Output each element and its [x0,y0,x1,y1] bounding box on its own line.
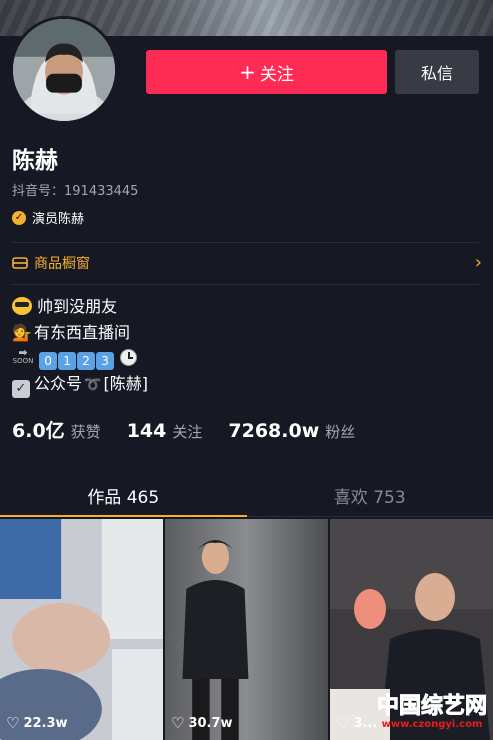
video-thumbnail-image [165,519,328,740]
stats-bar: 6.0亿 获赞 144 关注 7268.0w 粉丝 [12,416,381,443]
fans-label[interactable]: 粉丝 [325,421,355,442]
video-grid: ♡ 22.3w ♡ 30.7w ♡ 3... 中国综艺网 www.czongyi… [0,519,493,740]
following-label[interactable]: 关注 [172,421,202,442]
avatar[interactable] [10,16,118,124]
watermark-text: 中国综艺网 [376,694,487,719]
person-pointing-emoji-icon: 💁 [12,322,32,342]
video-likes: ♡ 3... [336,714,378,732]
likes-label: 获赞 [70,423,101,441]
content-tabs: 作品 465 喜欢 753 [0,475,493,517]
plus-icon: + [239,60,256,84]
verified-badge: ✓ 演员陈赫 [12,208,84,227]
tab-liked[interactable]: 喜欢 753 [247,475,493,516]
video-thumbnail[interactable]: ♡ 3... 中国综艺网 www.czongyi.com [330,519,493,740]
profile-name: 陈赫 [12,148,58,174]
divider [12,284,479,285]
message-button[interactable]: 私信 [395,50,479,94]
loop-icon: ➰ [84,376,102,393]
verified-icon: ✓ [12,210,26,225]
bio: 帅到没朋友 💁 有东西直播间 ➡ SOON 0123 ✓ 公众号 ➰ [陈赫] [12,294,148,398]
follow-button[interactable]: + 关注 [146,50,387,94]
shop-icon [12,257,28,269]
watermark-url: www.czongyi.com [381,719,483,730]
keycap-digit: 1 [58,352,77,370]
keycap-digit: 2 [77,352,96,370]
watermark-logo: 中国综艺网 www.czongyi.com [376,694,487,730]
keycap-digit: 0 [39,352,58,370]
following-count[interactable]: 144 [127,420,167,442]
heart-icon: ♡ [171,714,185,732]
chevron-right-icon: › [474,252,482,273]
douyin-id: 抖音号：191433445 [12,184,139,199]
sunglasses-emoji-icon [12,297,32,315]
soon-arrow-icon: ➡ SOON [12,346,34,365]
tab-works[interactable]: 作品 465 [0,475,247,517]
shop-window-link[interactable]: 商品橱窗 › [12,252,482,274]
bio-line: 帅到没朋友 [12,294,148,320]
bio-text: 有东西直播间 [34,322,131,342]
bio-text: 帅到没朋友 [37,297,118,316]
video-likes: ♡ 30.7w [171,714,233,732]
bio-line: ✓ 公众号 ➰ [陈赫] [12,371,148,399]
divider [12,242,479,243]
video-thumbnail-image [0,519,163,740]
bio-line: 💁 有东西直播间 [12,320,148,346]
bio-text: 公众号 [34,373,83,393]
heart-icon: ♡ [336,714,350,732]
keycap-digit: 3 [96,352,115,370]
verified-title: 演员陈赫 [32,212,85,227]
bio-line: ➡ SOON 0123 [12,345,148,371]
clock-icon [120,349,138,366]
fans-count[interactable]: 7268.0w [228,420,319,442]
checkbox-icon: ✓ [12,379,30,398]
likes-count: 6.0亿 [12,420,65,442]
follow-label: 关注 [259,64,294,85]
shop-label: 商品橱窗 [34,256,90,272]
video-likes: ♡ 22.3w [6,714,68,732]
video-thumbnail[interactable]: ♡ 30.7w [165,519,328,740]
video-thumbnail[interactable]: ♡ 22.3w [0,519,163,740]
heart-icon: ♡ [6,714,20,732]
bio-text: [陈赫] [103,373,148,393]
